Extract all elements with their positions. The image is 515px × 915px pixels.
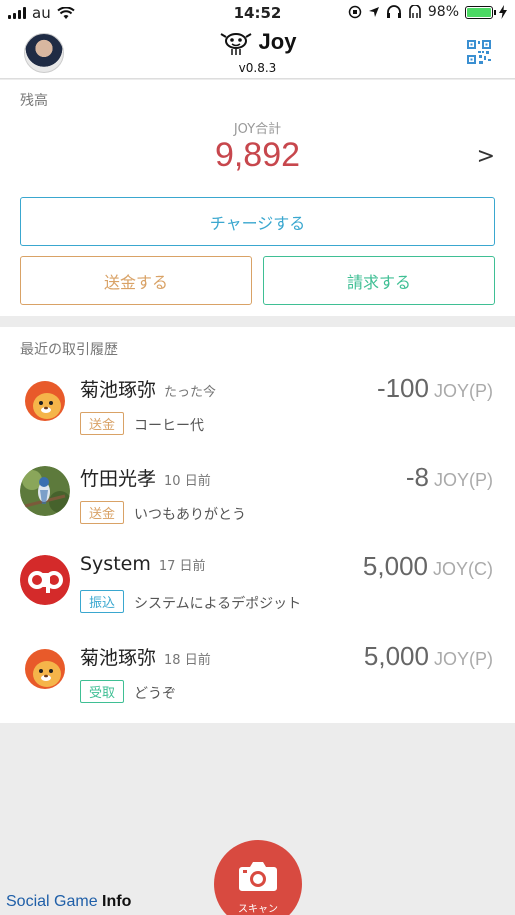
transaction-amount: 5,000 JOY(P)	[364, 641, 493, 672]
app-version: v0.8.3	[238, 61, 277, 75]
transaction-memo: システムによるデポジット	[134, 596, 302, 612]
counterparty-name: 菊池琢弥 18 日前	[80, 643, 211, 670]
name-text: 菊池琢弥	[80, 379, 157, 401]
transaction-time: 18 日前	[164, 653, 211, 668]
balance-section-label: 残高	[20, 93, 48, 109]
amount-value: 5,000	[363, 641, 429, 671]
send-button[interactable]: 送金する	[20, 256, 252, 305]
name-text: 竹田光孝	[80, 468, 157, 490]
transaction-row[interactable]: 菊池琢弥 たった今 送金 コーヒー代 -100 JOY(P)	[0, 373, 515, 467]
battery-percent: 98%	[427, 4, 459, 20]
scan-button[interactable]: スキャン	[214, 840, 302, 915]
lion-avatar	[20, 377, 70, 427]
alarm-icon	[409, 5, 421, 18]
lion-avatar	[20, 645, 70, 695]
transaction-amount: -8 JOY(P)	[406, 462, 493, 493]
transaction-row[interactable]: 菊池琢弥 18 日前 受取 どうぞ 5,000 JOY(P)	[0, 641, 515, 735]
amount-value: -100	[376, 373, 429, 403]
ap-logo-avatar	[20, 555, 70, 605]
camera-icon	[239, 862, 277, 891]
watermark: Social Game Info	[6, 893, 131, 911]
amount-value: 5,000	[362, 551, 428, 581]
name-text: 菊池琢弥	[80, 647, 157, 669]
transaction-amount: -100 JOY(P)	[377, 373, 493, 404]
type-badge: 振込	[80, 590, 125, 613]
watermark-text-bold: Info	[102, 893, 132, 910]
status-bar: au 14:52 98%	[0, 0, 515, 26]
orientation-lock-icon	[348, 5, 362, 19]
transaction-time: 10 日前	[164, 474, 211, 489]
amount-unit: JOY(P)	[433, 649, 493, 669]
headphones-icon	[386, 5, 401, 18]
request-button[interactable]: 請求する	[263, 256, 495, 305]
qr-code-icon[interactable]	[467, 40, 491, 64]
balance-total-label: JOY合計	[233, 122, 282, 137]
bird-photo-avatar	[20, 466, 70, 516]
counterparty-name: 竹田光孝 10 日前	[80, 464, 211, 491]
history-section-label: 最近の取引履歴	[20, 342, 118, 358]
app-header: Joy v0.8.3	[0, 26, 515, 79]
counterparty-name: 菊池琢弥 たった今	[80, 375, 216, 402]
amount-unit: JOY(P)	[433, 470, 493, 490]
name-text: System	[80, 553, 151, 575]
charge-button[interactable]: チャージする	[20, 197, 495, 246]
type-badge: 送金	[80, 501, 125, 524]
amount-unit: JOY(P)	[433, 381, 493, 401]
app-title: Joy	[258, 29, 297, 54]
transaction-row[interactable]: 竹田光孝 10 日前 送金 いつもありがとう -8 JOY(P)	[0, 462, 515, 556]
transaction-time: たった今	[164, 385, 217, 400]
transaction-row[interactable]: System 17 日前 振込 システムによるデポジット 5,000 JOY(C)	[0, 551, 515, 645]
status-right: 98%	[348, 4, 507, 20]
transaction-time: 17 日前	[158, 559, 206, 574]
transaction-amount: 5,000 JOY(C)	[363, 551, 493, 582]
chevron-right-icon[interactable]: >	[477, 144, 495, 169]
transaction-memo: いつもありがとう	[134, 507, 246, 523]
amount-unit: JOY(C)	[433, 559, 493, 579]
transaction-history: 最近の取引履歴 菊池琢弥 たった今 送金 コーヒー代 -100 JOY(P) 竹…	[0, 327, 515, 723]
charging-icon	[499, 5, 507, 19]
transaction-memo: コーヒー代	[134, 418, 204, 434]
balance-section: 残高 JOY合計 9,892 > チャージする 送金する 請求する	[0, 80, 515, 316]
battery-icon	[465, 5, 496, 19]
type-badge: 受取	[80, 680, 125, 703]
app-logo: Joy v0.8.3	[0, 28, 515, 75]
counterparty-name: System 17 日前	[80, 553, 206, 575]
scan-label: スキャン	[238, 904, 278, 915]
balance-amount[interactable]: 9,892	[0, 136, 515, 175]
amount-value: -8	[405, 462, 429, 492]
type-badge: 送金	[80, 412, 125, 435]
location-icon	[368, 7, 379, 17]
watermark-text: Social Game	[6, 893, 103, 910]
joy-mascot-icon	[220, 33, 252, 55]
transaction-memo: どうぞ	[134, 686, 176, 702]
